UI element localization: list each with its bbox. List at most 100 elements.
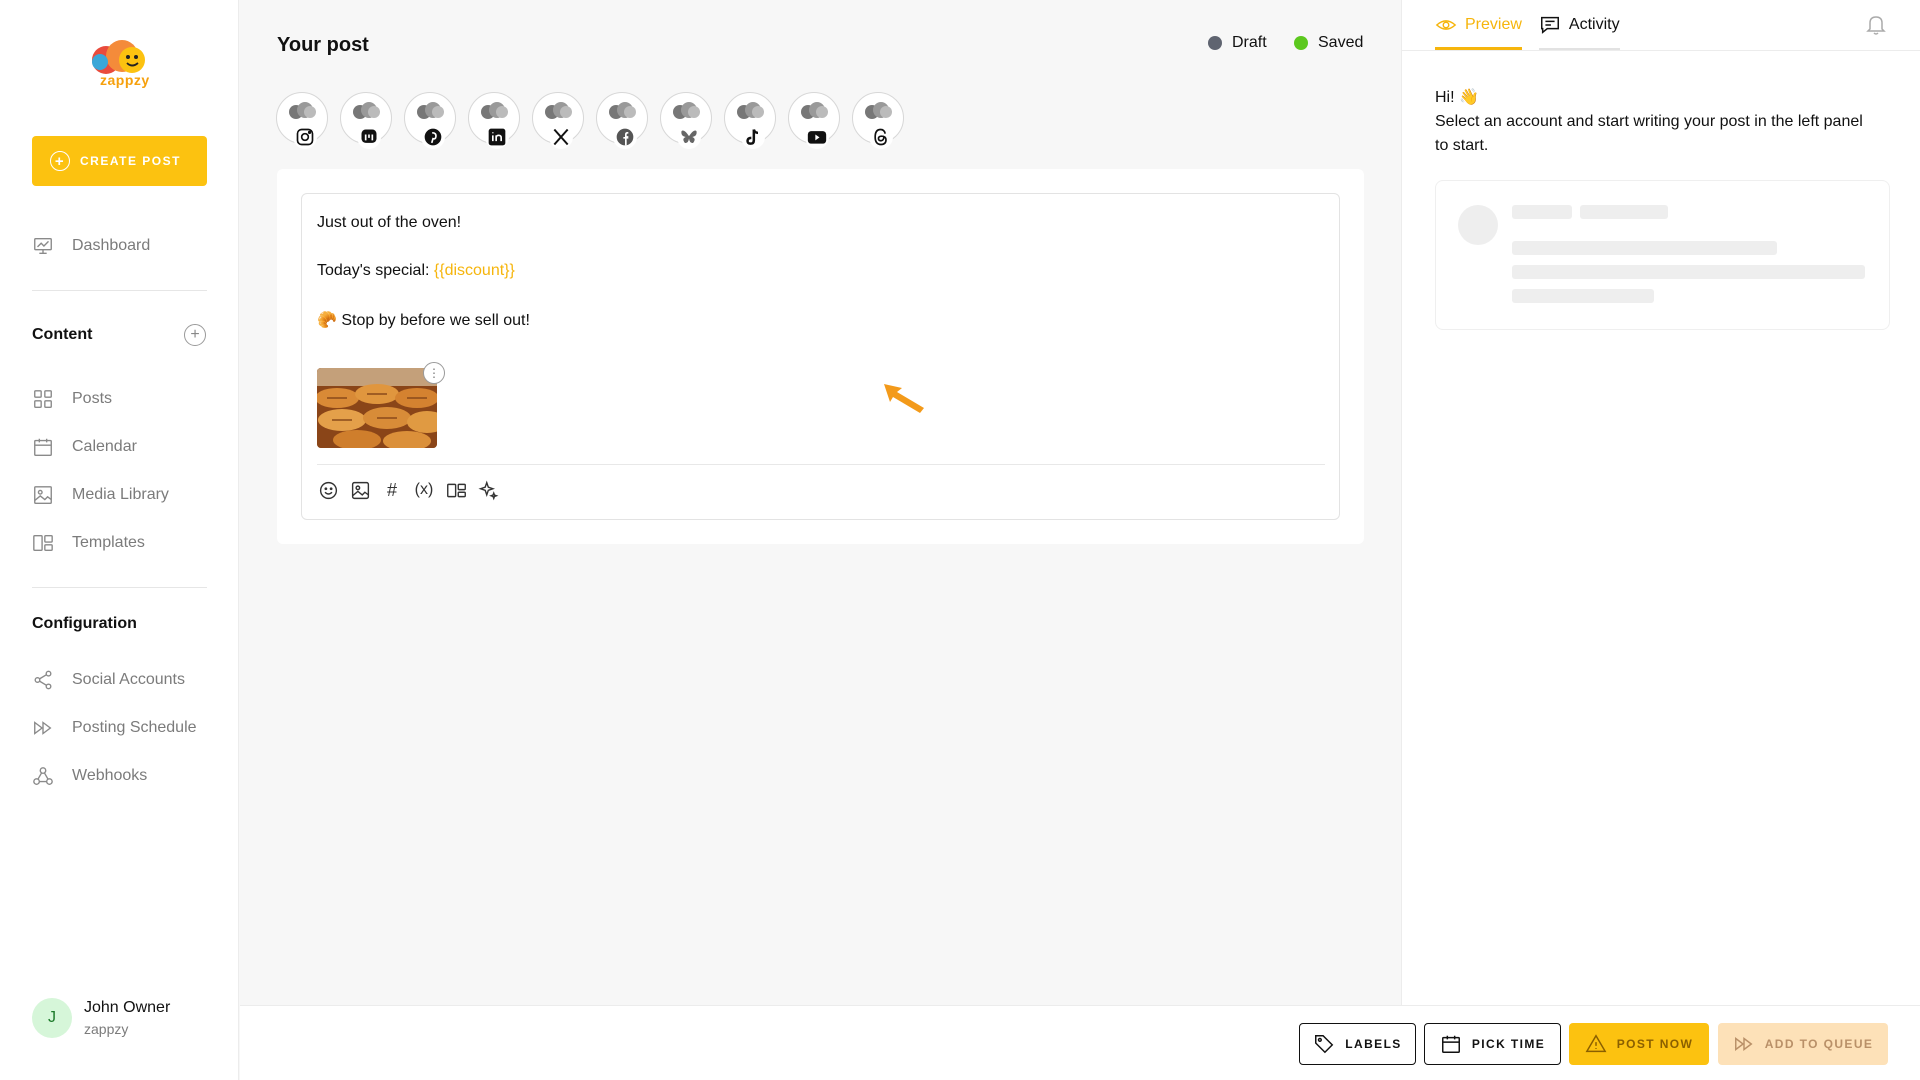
account-pinterest[interactable] bbox=[404, 92, 456, 149]
sidebar-item-media-library[interactable]: Media Library bbox=[32, 483, 169, 507]
add-to-queue-button[interactable]: ADD TO QUEUE bbox=[1718, 1023, 1888, 1065]
zappzy-avatar-icon bbox=[673, 102, 700, 119]
user-profile[interactable]: J John Owner zappzy bbox=[32, 998, 170, 1038]
post-content-editor[interactable]: Just out of the oven! Today's special: {… bbox=[301, 193, 1340, 520]
sidebar-item-social-accounts[interactable]: Social Accounts bbox=[32, 668, 185, 692]
croissant-emoji: 🥐 bbox=[317, 312, 337, 329]
account-x[interactable] bbox=[532, 92, 584, 149]
content-section-title: Content bbox=[32, 326, 93, 343]
pick-time-label: PICK TIME bbox=[1471, 1037, 1546, 1051]
zappzy-avatar-icon bbox=[865, 102, 892, 119]
zappzy-avatar-icon bbox=[737, 102, 764, 119]
templates-button[interactable] bbox=[445, 479, 467, 501]
account-bluesky[interactable] bbox=[660, 92, 712, 149]
grid-icon bbox=[34, 390, 52, 408]
page-title: Your post bbox=[277, 34, 369, 56]
post-line-3: 🥐 Stop by before we sell out! bbox=[317, 310, 530, 330]
account-youtube[interactable] bbox=[788, 92, 840, 149]
thumbnail-menu-button[interactable]: ⋮ bbox=[423, 362, 445, 384]
emoji-button[interactable] bbox=[317, 479, 339, 501]
sidebar-item-label: Calendar bbox=[72, 438, 137, 455]
tab-activity[interactable]: Activity bbox=[1538, 0, 1620, 50]
create-post-button[interactable]: + CREATE POST bbox=[32, 136, 207, 186]
account-linkedin[interactable] bbox=[468, 92, 520, 149]
discount-variable[interactable]: {{discount}} bbox=[434, 262, 515, 279]
zappzy-avatar-icon bbox=[289, 102, 316, 119]
post-line-2-text: Today's special: bbox=[317, 262, 434, 279]
image-icon bbox=[34, 486, 52, 504]
skeleton-line bbox=[1512, 265, 1865, 279]
bluesky-icon bbox=[677, 125, 701, 149]
preview-tabs: Preview Activity bbox=[1435, 0, 1637, 50]
chat-icon bbox=[1540, 16, 1559, 34]
avatar: J bbox=[32, 998, 72, 1038]
editor-toolbar: # (x) bbox=[317, 479, 509, 501]
calendar-icon bbox=[1441, 1035, 1460, 1053]
skeleton-line bbox=[1512, 241, 1777, 255]
plus-circle-icon: + bbox=[50, 151, 70, 171]
labels-button[interactable]: LABELS bbox=[1299, 1023, 1416, 1065]
sidebar-item-posts[interactable]: Posts bbox=[32, 387, 112, 411]
editor-card: Just out of the oven! Today's special: {… bbox=[277, 169, 1364, 544]
webhook-icon bbox=[33, 767, 53, 785]
editor-divider bbox=[317, 464, 1325, 465]
action-bar: LABELS PICK TIME POST NOW ADD TO QUEUE bbox=[240, 1005, 1920, 1080]
threads-icon bbox=[869, 125, 893, 149]
attached-image-thumbnail[interactable] bbox=[317, 368, 437, 448]
pick-time-button[interactable]: PICK TIME bbox=[1424, 1023, 1561, 1065]
status-saved-label: Saved bbox=[1318, 34, 1364, 51]
sidebar-item-label: Posting Schedule bbox=[72, 719, 197, 736]
sidebar-item-posting-schedule[interactable]: Posting Schedule bbox=[32, 716, 197, 740]
greeting: Hi! 👋 bbox=[1435, 89, 1479, 106]
more-vertical-icon: ⋮ bbox=[428, 366, 440, 380]
sidebar-item-templates[interactable]: Templates bbox=[32, 531, 145, 555]
ai-assist-button[interactable] bbox=[477, 479, 499, 501]
sidebar-item-label: Media Library bbox=[72, 486, 169, 503]
tab-preview[interactable]: Preview bbox=[1435, 0, 1522, 50]
draft-dot-icon bbox=[1208, 36, 1222, 50]
zappzy-avatar-icon bbox=[545, 102, 572, 119]
account-threads[interactable] bbox=[852, 92, 904, 149]
account-selector bbox=[276, 92, 916, 149]
sidebar-item-label: Posts bbox=[72, 390, 113, 407]
zappzy-avatar-icon bbox=[801, 102, 828, 119]
skeleton-line bbox=[1512, 289, 1654, 303]
instructions-text: Select an account and start writing your… bbox=[1435, 113, 1863, 154]
templates-icon bbox=[33, 534, 53, 552]
account-facebook[interactable] bbox=[596, 92, 648, 149]
brand-name: zappzy bbox=[100, 72, 150, 88]
variable-icon: (x) bbox=[414, 481, 434, 498]
sidebar-item-webhooks[interactable]: Webhooks bbox=[32, 764, 147, 788]
sidebar-item-label: Dashboard bbox=[72, 237, 151, 254]
add-media-button[interactable] bbox=[349, 479, 371, 501]
warning-icon bbox=[1585, 1034, 1607, 1053]
account-instagram[interactable] bbox=[276, 92, 328, 149]
preview-panel: Preview Activity Hi! 👋 Select an account… bbox=[1401, 0, 1920, 1005]
skeleton-line bbox=[1580, 205, 1668, 219]
sidebar-item-calendar[interactable]: Calendar bbox=[32, 435, 137, 459]
zappzy-avatar-icon bbox=[417, 102, 444, 119]
user-org: zappzy bbox=[84, 1021, 129, 1037]
presentation-chart-icon bbox=[34, 237, 52, 255]
configuration-section-title: Configuration bbox=[32, 615, 137, 632]
hashtag-icon: # bbox=[386, 479, 397, 500]
account-mastodon[interactable] bbox=[340, 92, 392, 149]
templates-icon bbox=[446, 483, 466, 497]
fast-forward-icon bbox=[34, 721, 52, 735]
linkedin-icon bbox=[485, 125, 509, 149]
tag-icon bbox=[1315, 1035, 1334, 1054]
tiktok-icon bbox=[741, 125, 765, 149]
facebook-icon bbox=[613, 125, 637, 149]
skeleton-line bbox=[1512, 205, 1572, 219]
account-tiktok[interactable] bbox=[724, 92, 776, 149]
post-now-label: POST NOW bbox=[1616, 1037, 1694, 1051]
tabs-divider bbox=[1402, 50, 1920, 51]
zappzy-avatar-icon bbox=[353, 102, 380, 119]
saved-dot-icon bbox=[1294, 36, 1308, 50]
notification-bell-icon[interactable] bbox=[1866, 14, 1886, 36]
sidebar-item-dashboard[interactable]: Dashboard bbox=[32, 234, 150, 258]
hashtag-button[interactable]: # bbox=[381, 479, 403, 501]
variable-button[interactable]: (x) bbox=[413, 479, 435, 501]
add-content-button[interactable]: + bbox=[184, 324, 206, 346]
post-now-button[interactable]: POST NOW bbox=[1569, 1023, 1709, 1065]
